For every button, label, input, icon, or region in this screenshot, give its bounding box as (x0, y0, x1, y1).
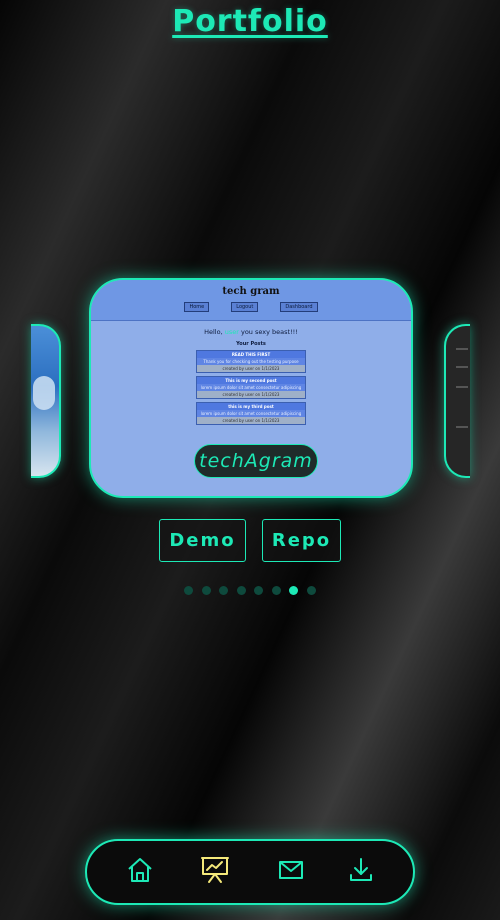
bottom-nav (85, 839, 415, 905)
next-project-preview-line (456, 348, 468, 350)
pagination-dot[interactable] (219, 586, 229, 595)
preview-brand: tech gram (222, 286, 280, 297)
preview-greeting-pre: Hello, (204, 328, 223, 336)
next-project-preview-line (456, 366, 468, 368)
preview-post-title: This is my second post (197, 377, 305, 384)
page-title: Portfolio (172, 4, 328, 39)
preview-post-meta: created by user on 1/1/2023 (222, 418, 280, 423)
preview-nav-home: Home (184, 302, 210, 312)
pagination-dot[interactable] (289, 586, 299, 595)
preview-post: This is my second post lorem ipsum dolor… (196, 376, 306, 399)
pagination-dot[interactable] (271, 586, 281, 595)
pagination-dot[interactable] (306, 586, 316, 595)
preview-nav-dashboard: Dashboard (280, 302, 318, 312)
preview-post-meta: created by user on 1/1/2023 (222, 392, 280, 397)
download-icon[interactable] (345, 854, 377, 886)
next-project-preview-line (456, 386, 468, 388)
previous-project-card[interactable] (31, 324, 61, 478)
project-actions: Demo Repo (0, 519, 500, 562)
preview-nav-logout: Logout (231, 302, 259, 312)
preview-greeting-name: user (224, 328, 239, 336)
home-icon[interactable] (124, 854, 156, 886)
preview-greeting-post: you sexy beast!!! (240, 328, 298, 336)
preview-post-title: this is my third post (197, 403, 305, 410)
preview-nav: Home Logout Dashboard (91, 302, 411, 312)
preview-post-meta: created by user on 1/1/2023 (222, 366, 280, 371)
presentation-chart-icon[interactable] (199, 854, 231, 886)
previous-project-preview (33, 376, 55, 410)
pagination-dot[interactable] (201, 586, 211, 595)
demo-button[interactable]: Demo (159, 519, 246, 562)
next-project-card[interactable] (444, 324, 470, 478)
mail-icon[interactable] (275, 854, 307, 886)
preview-header: tech gram Home Logout Dashboard (91, 280, 411, 321)
pagination-dot[interactable] (184, 586, 194, 595)
preview-post-body: lorem ipsum dolor sit amet consectetur a… (197, 384, 305, 391)
project-name-label: techAgram (194, 444, 318, 478)
next-project-preview-line (456, 426, 468, 428)
preview-post-title: READ THIS FIRST (197, 351, 305, 358)
repo-button[interactable]: Repo (262, 519, 341, 562)
pagination-dot[interactable] (236, 586, 246, 595)
preview-greeting: Hello, user you sexy beast!!! (91, 328, 411, 336)
current-project-card[interactable]: tech gram Home Logout Dashboard Hello, u… (89, 278, 413, 498)
preview-post: READ THIS FIRST Thank you for checking o… (196, 350, 306, 373)
carousel-pagination (0, 586, 500, 595)
preview-post-body: Thank you for checking out the testing p… (197, 358, 305, 365)
project-carousel[interactable]: tech gram Home Logout Dashboard Hello, u… (0, 278, 500, 498)
preview-post: this is my third post lorem ipsum dolor … (196, 402, 306, 425)
preview-section-title: Your Posts (236, 341, 266, 347)
preview-post-body: lorem ipsum dolor sit amet consectetur a… (197, 410, 305, 417)
pagination-dot[interactable] (254, 586, 264, 595)
